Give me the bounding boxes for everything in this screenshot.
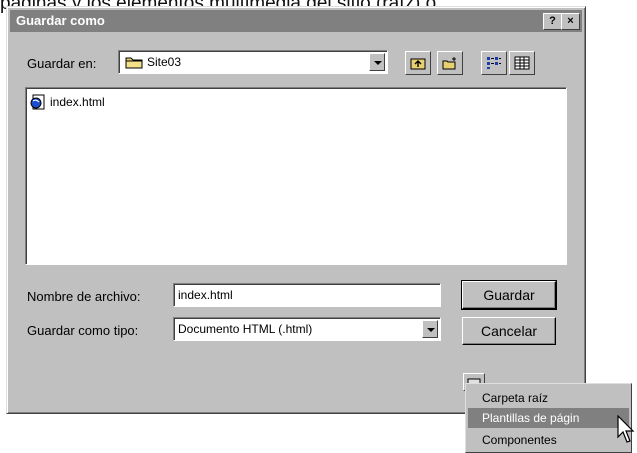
file-name: index.html — [50, 95, 105, 109]
filename-input[interactable]: index.html — [173, 283, 441, 307]
filename-label: Nombre de archivo: — [27, 289, 141, 304]
save-as-dialog: Guardar como ? × Guardar en: Site03 inde… — [6, 6, 586, 414]
save-in-dropdown-arrow[interactable] — [369, 53, 385, 71]
help-button[interactable]: ? — [543, 13, 562, 30]
details-view-button[interactable] — [509, 51, 535, 75]
cancel-button[interactable]: Cancelar — [462, 317, 556, 345]
details-view-icon — [514, 56, 530, 75]
html-document-icon — [30, 94, 46, 115]
save-in-label: Guardar en: — [27, 56, 97, 71]
dialog-title: Guardar como — [16, 13, 105, 28]
list-view-button[interactable] — [481, 51, 507, 75]
up-folder-icon — [410, 56, 426, 75]
filetype-select[interactable]: Documento HTML (.html) — [173, 317, 441, 341]
filetype-label: Guardar como tipo: — [27, 323, 139, 338]
site-popup-menu: Carpeta raíz Plantillas de págin Compone… — [465, 383, 632, 453]
new-folder-icon — [442, 56, 458, 75]
list-view-icon — [486, 56, 502, 75]
filename-value: index.html — [178, 288, 233, 302]
save-in-combo[interactable]: Site03 — [118, 50, 388, 74]
up-one-level-button[interactable] — [405, 51, 431, 75]
new-folder-button[interactable] — [437, 51, 463, 75]
mouse-cursor-icon — [617, 414, 635, 450]
save-in-value: Site03 — [147, 55, 182, 69]
filetype-dropdown-arrow[interactable] — [422, 320, 438, 338]
file-list[interactable]: index.html — [25, 87, 567, 265]
filetype-value: Documento HTML (.html) — [178, 322, 313, 336]
save-button[interactable]: Guardar — [461, 280, 557, 310]
title-bar[interactable]: Guardar como ? × — [10, 10, 582, 32]
folder-icon — [125, 55, 143, 74]
close-button[interactable]: × — [561, 13, 580, 30]
menu-item-componentes[interactable]: Componentes — [468, 430, 629, 450]
menu-item-carpeta-raiz[interactable]: Carpeta raíz — [468, 388, 629, 408]
menu-item-plantillas[interactable]: Plantillas de págin — [468, 408, 629, 428]
